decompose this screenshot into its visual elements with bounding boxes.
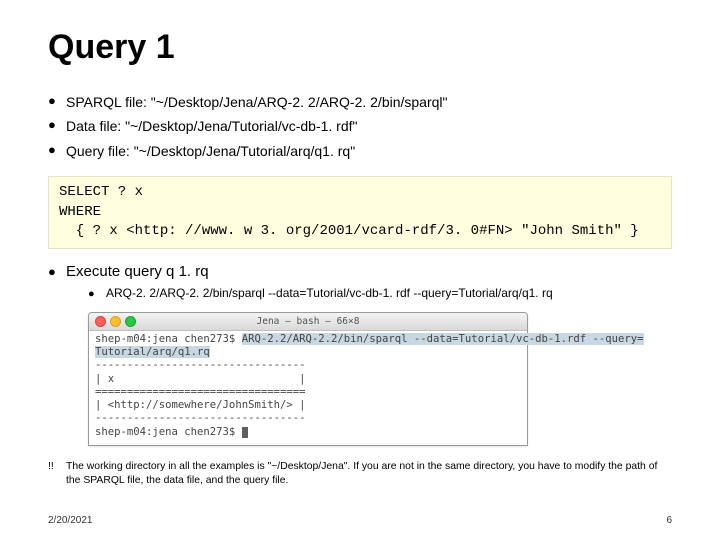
terminal-cmd-1: ARQ-2.2/ARQ-2.2/bin/sparql --data=Tutori…	[242, 333, 644, 345]
slide-title: Query 1	[48, 28, 672, 67]
execute-command: ●ARQ-2. 2/ARQ-2. 2/bin/sparql --data=Tut…	[88, 286, 672, 300]
terminal-window: Jena — bash — 66×8 shep-m04:jena chen273…	[88, 312, 528, 446]
file-list: ●SPARQL file: "~/Desktop/Jena/ARQ-2. 2/A…	[48, 91, 672, 162]
sparql-code-block: SELECT ? x WHERE { ? x <http: //www. w 3…	[48, 176, 672, 249]
footnote-marker: !!	[48, 460, 66, 488]
terminal-titlebar: Jena — bash — 66×8	[89, 313, 527, 331]
data-file-line: Data file: "~/Desktop/Jena/Tutorial/vc-d…	[66, 115, 358, 137]
terminal-prompt: shep-m04:jena chen273$	[95, 426, 242, 438]
bullet-icon: ●	[88, 288, 106, 300]
footer-page-number: 6	[666, 515, 672, 526]
execute-line: ●Execute query q 1. rq	[48, 263, 672, 280]
traffic-light-zoom-icon	[125, 316, 136, 327]
terminal-cursor-icon	[242, 427, 248, 438]
bullet-icon: ●	[48, 264, 66, 279]
terminal-header-row: | x |	[95, 373, 305, 385]
bullet-icon: ●	[48, 140, 66, 161]
bullet-icon: ●	[48, 115, 66, 136]
footer-date: 2/20/2021	[48, 515, 93, 526]
execute-label: Execute query q 1. rq	[66, 263, 209, 280]
footnote-text: The working directory in all the example…	[66, 460, 672, 488]
query-file-line: Query file: "~/Desktop/Jena/Tutorial/arq…	[66, 140, 355, 162]
terminal-divider: ---------------------------------	[95, 359, 305, 371]
sparql-file-line: SPARQL file: "~/Desktop/Jena/ARQ-2. 2/AR…	[66, 91, 448, 113]
terminal-cmd-2: Tutorial/arq/q1.rq	[95, 346, 210, 358]
terminal-body: shep-m04:jena chen273$ ARQ-2.2/ARQ-2.2/b…	[89, 331, 527, 445]
terminal-divider: ---------------------------------	[95, 412, 305, 424]
traffic-light-minimize-icon	[110, 316, 121, 327]
execute-command-text: ARQ-2. 2/ARQ-2. 2/bin/sparql --data=Tuto…	[106, 286, 553, 300]
footnote: !! The working directory in all the exam…	[48, 460, 672, 488]
terminal-prompt: shep-m04:jena chen273$	[95, 333, 242, 345]
terminal-divider: =================================	[95, 386, 305, 398]
traffic-light-close-icon	[95, 316, 106, 327]
terminal-caption: Jena — bash — 66×8	[89, 313, 527, 330]
bullet-icon: ●	[48, 91, 66, 112]
terminal-data-row: | <http://somewhere/JohnSmith/> |	[95, 399, 305, 411]
